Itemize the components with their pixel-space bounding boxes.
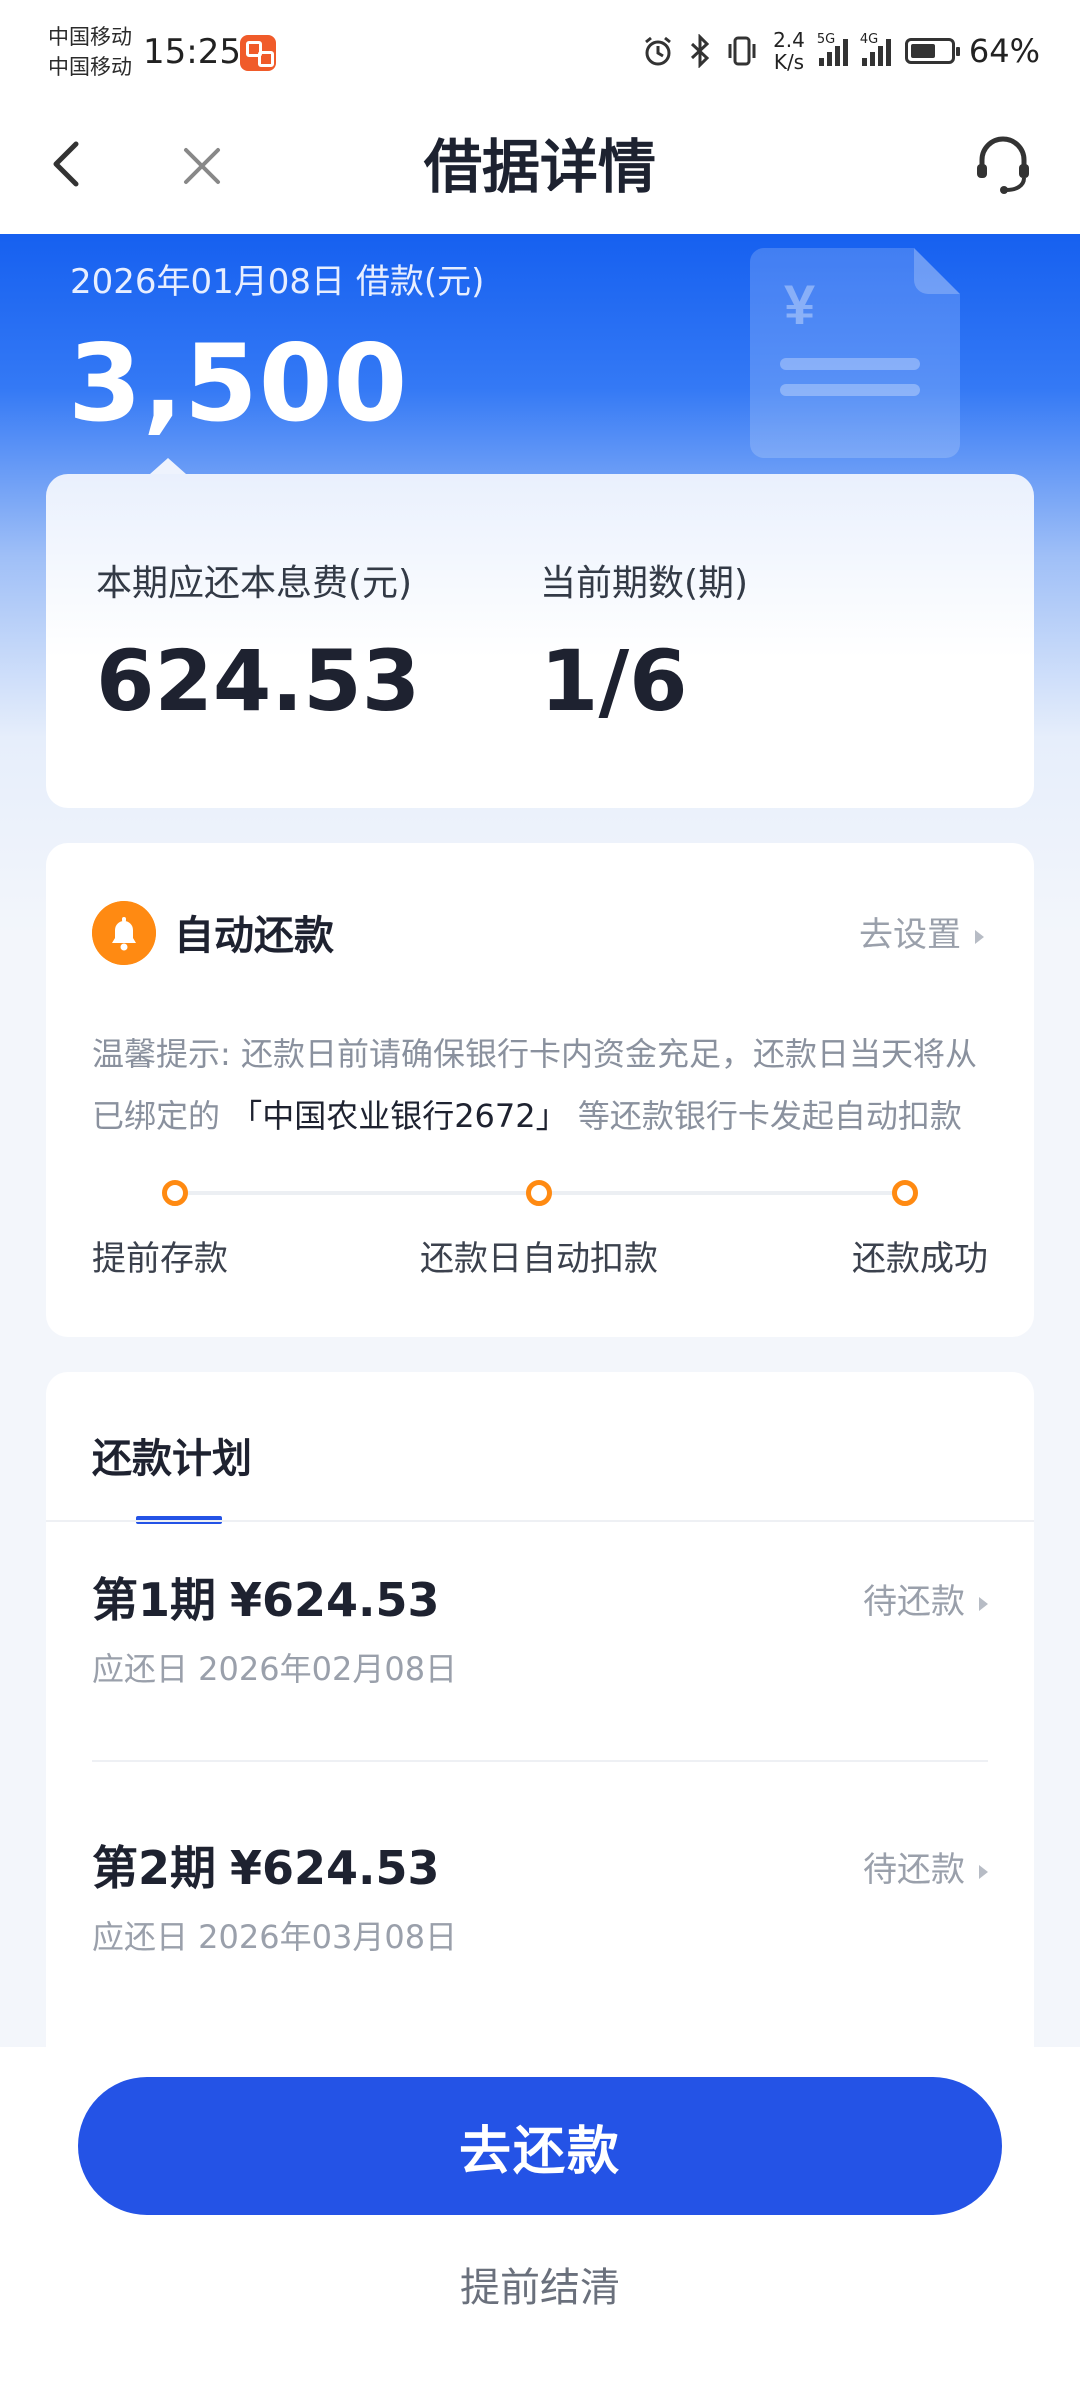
loan-date-label: 2026年01月08日 借款(元) bbox=[70, 262, 485, 302]
app-notification-icon bbox=[240, 35, 276, 71]
signal-4g-icon: 4G bbox=[860, 32, 891, 66]
battery-percent: 64% bbox=[968, 32, 1040, 70]
carrier-1: 中国移动 bbox=[48, 25, 132, 49]
loan-amount: 3,500 bbox=[68, 322, 409, 445]
document-yuan-icon: ¥ bbox=[750, 248, 960, 458]
status-label: 待还款 bbox=[863, 1582, 965, 1622]
customer-service-icon[interactable] bbox=[968, 130, 1038, 200]
installment-amount: ¥624.53 bbox=[230, 1573, 440, 1627]
network-speed: 2.4 K/s bbox=[773, 29, 805, 73]
plan-row[interactable]: 第2期 ¥624.53 应还日 2026年03月08日 待还款 bbox=[92, 1790, 988, 2030]
tip-suffix: 等还款银行卡发起自动扣款 bbox=[577, 1097, 962, 1135]
step-label-2: 还款日自动扣款 bbox=[420, 1239, 658, 1279]
battery-level bbox=[910, 44, 935, 58]
installment-title: 第2期 ¥624.53 bbox=[92, 1832, 440, 1898]
installment-amount: ¥624.53 bbox=[230, 1841, 440, 1895]
chevron-right-icon bbox=[975, 929, 984, 944]
signal-5g-icon: 5G bbox=[817, 32, 848, 66]
installment-status: 待还款 bbox=[863, 1574, 988, 1623]
installment-title: 第1期 ¥624.53 bbox=[92, 1564, 440, 1630]
status-label: 待还款 bbox=[863, 1850, 965, 1890]
clock: 15:25 bbox=[143, 32, 241, 72]
step-label-1: 提前存款 bbox=[92, 1239, 228, 1279]
plan-row[interactable]: 第1期 ¥624.53 应还日 2026年02月08日 待还款 bbox=[92, 1522, 988, 1762]
repay-button[interactable]: 去还款 bbox=[78, 2077, 1002, 2215]
carrier-info: 中国移动 中国移动 bbox=[48, 22, 132, 82]
bluetooth-icon bbox=[691, 34, 710, 68]
alarm-icon bbox=[645, 36, 671, 66]
period-value: 1/6 bbox=[540, 632, 688, 730]
repayment-summary-card: 本期应还本息费(元) 624.53 当前期数(期) 1/6 bbox=[46, 474, 1034, 808]
speed-unit: K/s bbox=[773, 50, 805, 74]
installment-period: 第2期 bbox=[92, 1841, 217, 1895]
svg-text:¥: ¥ bbox=[784, 273, 815, 336]
row-divider bbox=[92, 1760, 988, 1762]
tab-repayment-plan[interactable]: 还款计划 bbox=[92, 1426, 252, 1484]
nav-bar: 借据详情 bbox=[0, 104, 1080, 234]
auto-repay-title: 自动还款 bbox=[174, 913, 334, 959]
status-bar: 中国移动 中国移动 15:25 2.4 K/s 5G 4G 64% bbox=[0, 0, 1080, 104]
installment-status: 待还款 bbox=[863, 1842, 988, 1891]
vibrate-icon bbox=[728, 36, 756, 66]
net-type-1: 5G bbox=[816, 32, 836, 47]
due-amount-label: 本期应还本息费(元) bbox=[96, 563, 413, 604]
auto-repay-card: 自动还款 去设置 温馨提示: 还款日前请确保银行卡内资金充足，还款日当天将从已绑… bbox=[46, 843, 1034, 1337]
installment-period: 第1期 bbox=[92, 1573, 217, 1627]
page-title: 借据详情 bbox=[423, 133, 656, 201]
auto-repay-tip: 温馨提示: 还款日前请确保银行卡内资金充足，还款日当天将从已绑定的 「中国农业银… bbox=[92, 1023, 992, 1147]
battery-icon bbox=[904, 38, 960, 64]
repayment-plan-card: 还款计划 第1期 ¥624.53 应还日 2026年02月08日 待还款 第2期 ¥… bbox=[46, 1372, 1034, 2072]
installment-due-date: 应还日 2026年03月08日 bbox=[92, 1918, 458, 1956]
period-block: 当前期数(期) 1/6 bbox=[540, 554, 748, 730]
bound-bank-card: 「中国农业银行2672」 bbox=[230, 1097, 568, 1135]
chevron-right-icon bbox=[979, 1596, 988, 1611]
step-dot-1 bbox=[162, 1180, 188, 1206]
bottom-action-bar: 去还款 提前结清 bbox=[0, 2047, 1080, 2400]
go-settings-label: 去设置 bbox=[859, 915, 961, 955]
due-amount-block: 本期应还本息费(元) 624.53 bbox=[96, 554, 420, 730]
card-pointer bbox=[150, 458, 186, 474]
bell-icon bbox=[92, 901, 156, 965]
status-icons: 2.4 K/s 5G 4G 64% bbox=[641, 26, 1040, 76]
early-settlement-link[interactable]: 提前结清 bbox=[0, 2255, 1080, 2313]
step-dot-2 bbox=[526, 1180, 552, 1206]
go-settings-link[interactable]: 去设置 bbox=[859, 907, 984, 956]
chevron-right-icon bbox=[979, 1864, 988, 1879]
step-dot-3 bbox=[892, 1180, 918, 1206]
carrier-2: 中国移动 bbox=[48, 55, 132, 79]
period-label: 当前期数(期) bbox=[540, 563, 749, 604]
speed-value: 2.4 bbox=[773, 28, 805, 52]
net-type-2: 4G bbox=[859, 32, 879, 47]
installment-due-date: 应还日 2026年02月08日 bbox=[92, 1650, 458, 1688]
step-label-3: 还款成功 bbox=[852, 1239, 988, 1279]
due-amount-value: 624.53 bbox=[96, 632, 421, 730]
